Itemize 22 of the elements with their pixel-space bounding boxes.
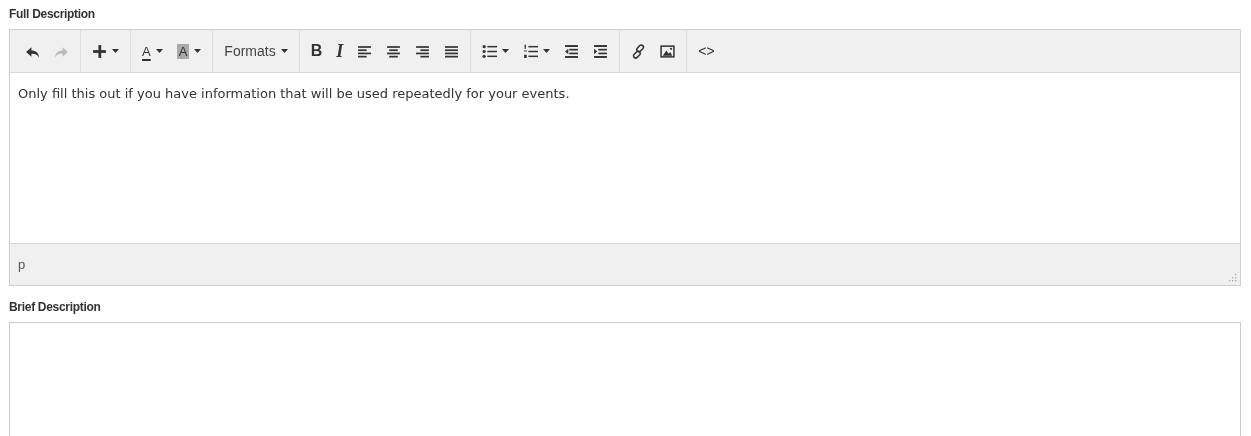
formats-dropdown[interactable]: Formats: [217, 36, 295, 66]
plus-icon: [92, 43, 107, 59]
numbered-list-icon: [523, 43, 539, 59]
bullet-list-icon: [482, 43, 498, 59]
source-code-button[interactable]: <>: [691, 36, 722, 66]
background-color-button[interactable]: A: [169, 36, 209, 66]
chain-link-icon: [631, 43, 647, 59]
brief-description-field[interactable]: [9, 322, 1241, 436]
field-label: Brief Description: [9, 300, 101, 314]
align-right-icon: [415, 43, 431, 59]
field-label: Full Description: [9, 7, 95, 21]
bold-button[interactable]: B: [303, 36, 330, 66]
italic-button[interactable]: I: [329, 36, 351, 66]
text-color-button[interactable]: A: [135, 36, 170, 66]
resize-handle-icon[interactable]: [1229, 274, 1237, 282]
align-center-icon: [386, 43, 402, 59]
indent-icon: [593, 43, 609, 59]
outdent-icon: [564, 43, 580, 59]
align-left-icon: [357, 43, 373, 59]
image-icon: [660, 43, 676, 59]
element-path[interactable]: p: [18, 257, 26, 272]
align-justify-icon: [444, 43, 460, 59]
